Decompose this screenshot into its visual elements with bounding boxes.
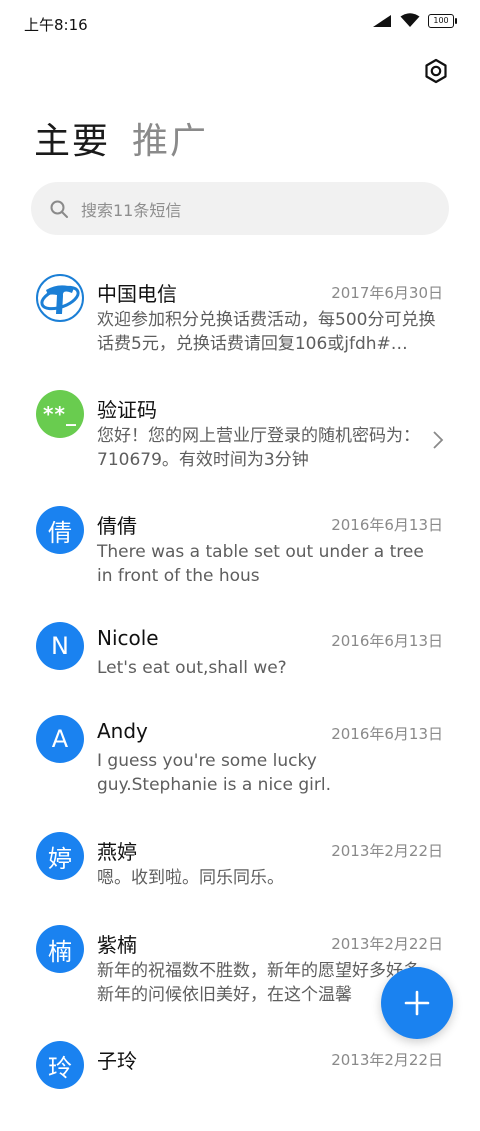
battery-level: 100: [433, 15, 449, 25]
message-preview: 嗯。收到啦。同乐同乐。: [97, 868, 284, 888]
conversation-row[interactable]: 中国电信 2017年6月30日 欢迎参加积分兑换话费活动，每500分可兑换话费5…: [0, 254, 480, 364]
search-placeholder: 搜索11条短信: [81, 200, 182, 220]
contact-name: 倩倩: [97, 514, 137, 538]
contact-avatar: A: [36, 715, 84, 763]
contact-name: 子玲: [97, 1049, 137, 1073]
verification-avatar: **_: [36, 390, 84, 438]
status-bar: 上午8:16 100: [0, 0, 480, 46]
message-preview: Let's eat out,shall we?: [97, 658, 287, 678]
china-telecom-logo: [36, 274, 84, 322]
message-date: 2017年6月30日: [331, 284, 443, 302]
search-icon: [50, 200, 68, 218]
message-date: 2016年6月13日: [331, 516, 443, 534]
contact-name: 燕婷: [97, 840, 137, 864]
contact-avatar: 倩: [36, 506, 84, 554]
contact-name: Nicole: [97, 626, 159, 650]
tab-promotions[interactable]: 推广: [132, 112, 208, 164]
conversation-row[interactable]: A Andy 2016年6月13日 I guess you're some lu…: [0, 695, 480, 805]
message-preview: I guess you're some lucky guy.Stephanie …: [97, 751, 332, 795]
message-date: 2013年2月22日: [331, 842, 443, 860]
compose-button[interactable]: [381, 967, 453, 1039]
settings-icon[interactable]: [422, 57, 450, 85]
contact-name: 紫楠: [97, 933, 137, 957]
status-time: 上午8:16: [24, 16, 88, 34]
plus-icon: [404, 990, 430, 1016]
battery-icon: 100: [428, 13, 457, 28]
tab-primary[interactable]: 主要: [34, 112, 110, 164]
message-date: 2013年2月22日: [331, 1051, 443, 1069]
telecom-logo-icon: [40, 285, 80, 314]
message-preview: There was a table set out under a tree i…: [97, 542, 424, 586]
message-date: 2016年6月13日: [331, 725, 443, 743]
signal-icon: [373, 14, 391, 27]
wifi-icon: [400, 13, 420, 27]
contact-avatar: 楠: [36, 925, 84, 973]
message-preview: 欢迎参加积分兑换话费活动，每500分可兑换话费5元，兑换话费请回复106或jfd…: [97, 310, 436, 354]
chevron-right-icon: [433, 431, 444, 449]
status-icons: 100: [372, 13, 457, 28]
message-date: 2013年2月22日: [331, 935, 443, 953]
contact-avatar: 婷: [36, 832, 84, 880]
contact-avatar: N: [36, 622, 84, 670]
contact-avatar: 玲: [36, 1041, 84, 1089]
conversation-row[interactable]: **_ 验证码 您好！您的网上营业厅登录的随机密码为：710679。有效时间为3…: [0, 370, 480, 480]
message-date: 2016年6月13日: [331, 632, 443, 650]
contact-name: Andy: [97, 719, 148, 743]
tab-bar: 主要 推广: [34, 112, 208, 164]
search-input[interactable]: 搜索11条短信: [31, 182, 449, 235]
message-preview: 您好！您的网上营业厅登录的随机密码为：710679。有效时间为3分钟: [97, 426, 420, 470]
conversation-row[interactable]: 倩 倩倩 2016年6月13日 There was a table set ou…: [0, 486, 480, 596]
contact-name: 验证码: [97, 398, 157, 422]
contact-name: 中国电信: [97, 282, 177, 306]
